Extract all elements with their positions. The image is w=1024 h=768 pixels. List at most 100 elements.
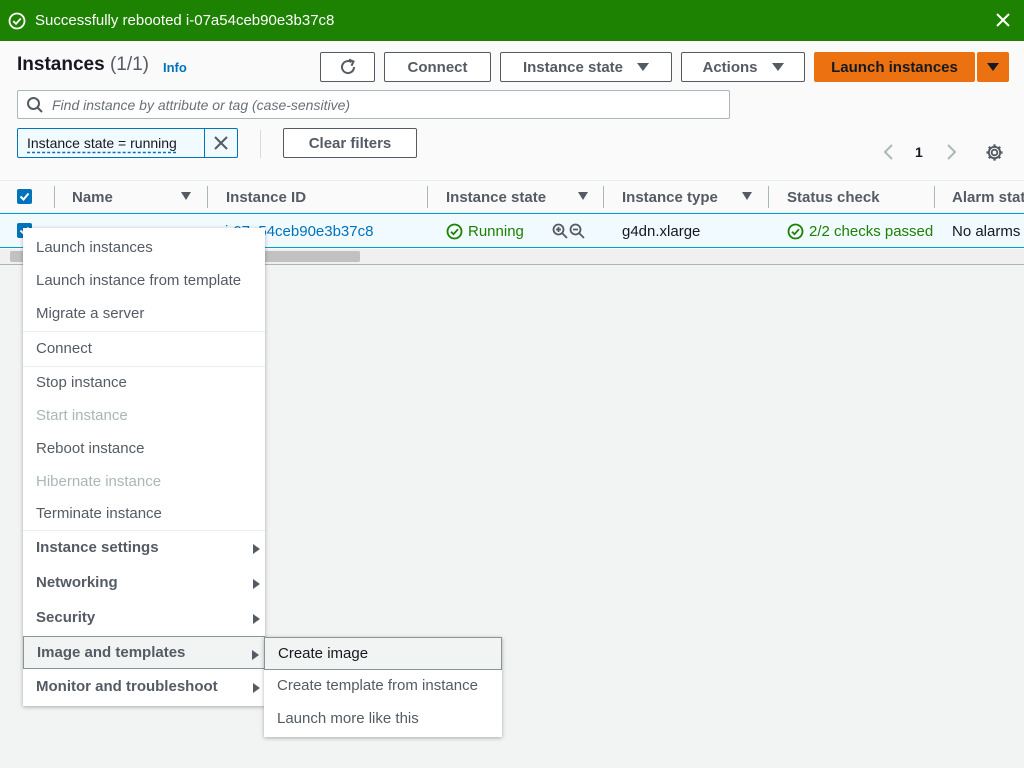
chevron-right-icon[interactable] — [942, 143, 960, 161]
menu-item-terminate-instance[interactable]: Terminate instance — [23, 497, 265, 530]
menu-item-start-instance: Start instance — [23, 399, 265, 432]
refresh-button[interactable] — [320, 52, 375, 82]
caret-right-icon — [253, 683, 260, 693]
search-input[interactable] — [52, 96, 729, 113]
menu-item-label: Reboot instance — [36, 440, 145, 457]
zoom-in-icon[interactable] — [552, 223, 568, 239]
check-circle-icon — [8, 12, 26, 29]
actions-dropdown[interactable]: Actions — [681, 52, 805, 82]
column-header-status-check[interactable]: Status check — [787, 189, 880, 206]
menu-item-security[interactable]: Security — [23, 601, 265, 634]
submenu-item-label: Launch more like this — [277, 710, 419, 727]
menu-item-reboot-instance[interactable]: Reboot instance — [23, 432, 265, 465]
menu-item-label: Start instance — [36, 407, 128, 424]
page-title: Instances (1/1) — [17, 54, 149, 76]
connect-label: Connect — [407, 58, 468, 76]
column-divider — [207, 186, 208, 208]
column-header-instance-state[interactable]: Instance state — [446, 189, 546, 206]
submenu-item-create-image[interactable]: Create image — [264, 637, 502, 670]
success-banner: Successfully rebooted i-07a54ceb90e3b37c… — [0, 0, 1024, 41]
menu-item-launch-instances[interactable]: Launch instances — [23, 231, 265, 264]
checkmark-icon — [19, 192, 30, 201]
menu-item-label: Migrate a server — [36, 305, 145, 322]
banner-message: Successfully rebooted i-07a54ceb90e3b37c… — [35, 12, 335, 29]
alarm-status-value: No alarms — [952, 223, 1021, 240]
connect-button[interactable]: Connect — [384, 52, 491, 82]
instance-state-label: Instance state — [522, 58, 624, 76]
sort-icon[interactable] — [578, 192, 588, 200]
select-all-checkbox[interactable] — [17, 189, 32, 204]
remove-filter-button[interactable] — [204, 129, 237, 157]
menu-item-label: Networking — [36, 574, 118, 591]
page-title-text: Instances — [17, 54, 105, 75]
column-header-alarm-status[interactable]: Alarm stat — [952, 189, 1024, 206]
filter-token[interactable]: Instance state = running — [17, 128, 238, 158]
menu-item-label: Launch instances — [36, 239, 153, 256]
menu-item-launch-from-template[interactable]: Launch instance from template — [23, 264, 265, 297]
menu-item-migrate-server[interactable]: Migrate a server — [23, 297, 265, 330]
search-bar[interactable] — [17, 90, 730, 119]
menu-item-label: Connect — [36, 340, 92, 357]
menu-item-label: Instance settings — [36, 539, 159, 556]
menu-item-connect[interactable]: Connect — [23, 332, 265, 365]
column-header-name[interactable]: Name — [72, 189, 113, 206]
launch-instances-button[interactable]: Launch instances — [814, 52, 975, 82]
caret-right-icon — [253, 579, 260, 589]
zoom-out-icon[interactable] — [569, 223, 585, 239]
menu-item-stop-instance[interactable]: Stop instance — [23, 366, 265, 399]
divider — [260, 130, 261, 158]
menu-item-label: Image and templates — [37, 644, 186, 661]
menu-item-label: Terminate instance — [36, 505, 162, 522]
sort-icon[interactable] — [181, 192, 191, 200]
caret-right-icon — [253, 614, 260, 624]
check-circle-icon — [787, 223, 804, 240]
filter-token-label: Instance state = running — [27, 135, 177, 151]
instance-state-value: Running — [468, 223, 524, 240]
instance-state-dropdown[interactable]: Instance state — [500, 52, 672, 82]
info-link[interactable]: Info — [163, 60, 187, 75]
instance-state-cell: Running — [446, 223, 524, 240]
menu-item-label: Monitor and troubleshoot — [36, 678, 218, 695]
clear-filters-button[interactable]: Clear filters — [283, 128, 417, 158]
column-divider — [603, 186, 604, 208]
menu-item-monitor-and-troubleshoot[interactable]: Monitor and troubleshoot — [23, 670, 265, 703]
menu-item-instance-settings[interactable]: Instance settings — [23, 531, 265, 564]
close-icon[interactable] — [994, 11, 1012, 29]
status-check-value: 2/2 checks passed — [809, 223, 934, 240]
gear-icon[interactable] — [985, 143, 1004, 162]
submenu-item-label: Create template from instance — [277, 677, 478, 694]
column-header-instance-id[interactable]: Instance ID — [226, 189, 306, 206]
caret-down-icon — [987, 63, 999, 71]
clear-filters-label: Clear filters — [308, 134, 392, 152]
close-icon — [214, 136, 228, 150]
status-check-cell: 2/2 checks passed — [787, 223, 933, 240]
menu-item-networking[interactable]: Networking — [23, 566, 265, 599]
chevron-left-icon[interactable] — [880, 143, 898, 161]
caret-down-icon — [771, 63, 784, 71]
column-divider — [427, 186, 428, 208]
submenu-item-create-template[interactable]: Create template from instance — [264, 669, 502, 702]
menu-item-label: Stop instance — [36, 374, 127, 391]
caret-down-icon — [637, 63, 650, 71]
table-header: Name Instance ID Instance state Instance… — [0, 180, 1024, 213]
column-header-instance-type[interactable]: Instance type — [622, 189, 718, 206]
instance-type-value: g4dn.xlarge — [622, 223, 701, 240]
menu-item-image-and-templates[interactable]: Image and templates — [23, 636, 265, 669]
column-divider — [934, 186, 935, 208]
submenu-item-launch-more-like-this[interactable]: Launch more like this — [264, 702, 502, 735]
launch-label: Launch instances — [831, 58, 958, 76]
launch-instances-dropdown[interactable] — [977, 52, 1009, 82]
menu-item-label: Security — [36, 609, 96, 626]
search-icon — [27, 96, 43, 113]
actions-context-menu: Launch instances Launch instance from te… — [23, 228, 265, 706]
menu-item-hibernate-instance: Hibernate instance — [23, 465, 265, 498]
caret-right-icon — [253, 544, 260, 554]
image-and-templates-submenu: Create image Create template from instan… — [264, 637, 502, 737]
instance-count: (1/1) — [109, 54, 150, 75]
page-number[interactable]: 1 — [915, 144, 923, 160]
column-divider — [54, 186, 55, 208]
actions-label: Actions — [702, 58, 758, 76]
menu-item-label: Launch instance from template — [36, 272, 242, 289]
menu-item-label: Hibernate instance — [36, 473, 162, 490]
sort-icon[interactable] — [742, 192, 752, 200]
